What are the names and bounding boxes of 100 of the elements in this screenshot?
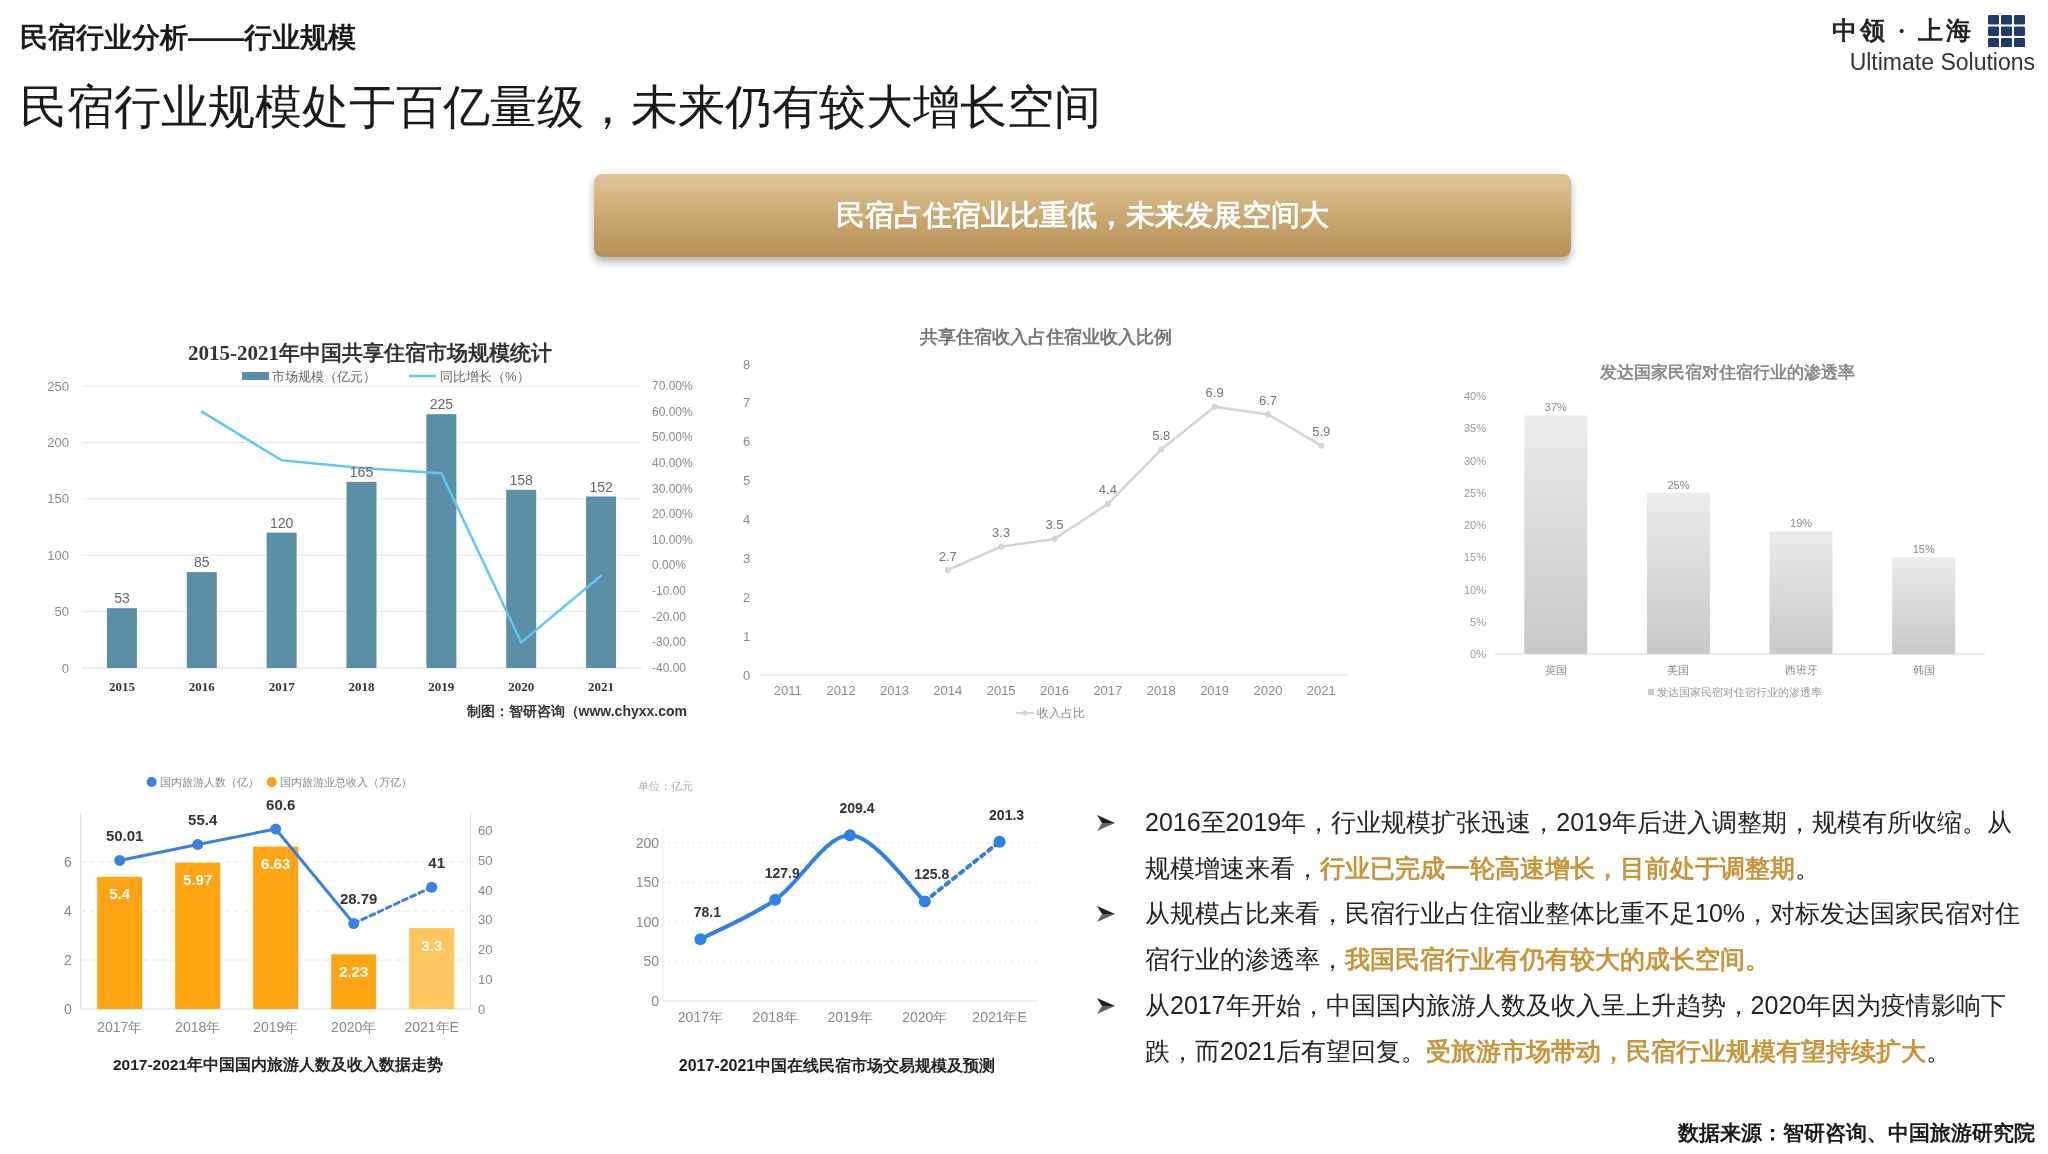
data-point xyxy=(1211,403,1218,410)
axis-tick-label: 40 xyxy=(478,882,493,898)
axis-tick-label: 100 xyxy=(47,547,69,563)
axis-category-label: 2015 xyxy=(108,678,135,694)
axis-tick-label: 250 xyxy=(47,378,69,394)
bar xyxy=(331,954,377,1009)
data-label: 85 xyxy=(194,554,210,571)
axis-category-label: 2016 xyxy=(188,678,215,694)
chart-title: 共享住宿收入占住宿业收入比例 xyxy=(920,327,1172,347)
data-point xyxy=(918,895,931,908)
data-point xyxy=(1318,442,1325,449)
data-label: 5.8 xyxy=(1152,428,1171,443)
bullet-text: 从2017年开始，中国国内旅游人数及收入呈上升趋势，2020年因为疫情影响下跌，而2021后有望回复。受旅游市场带动，民宿行业规模有望持续扩大。 xyxy=(1145,989,2008,1067)
axis-category-label: 2012 xyxy=(826,682,856,698)
axis-category-label: 西班牙 xyxy=(1784,664,1818,676)
data-label: 6.7 xyxy=(1258,393,1277,409)
legend-label: 国内旅游人数（亿） xyxy=(160,776,259,788)
axis-tick-label: 150 xyxy=(47,491,69,507)
axis-tick-label: 200 xyxy=(635,834,659,851)
axis-tick-label: 20 xyxy=(478,942,493,958)
axis-tick-label: 0.00% xyxy=(652,558,687,573)
chart-caption: 制图：智研咨询（www.chyxx.com xyxy=(466,703,687,719)
data-point xyxy=(769,893,782,906)
axis-category-label: 2021 xyxy=(1306,682,1336,698)
axis-category-label: 2021 xyxy=(588,678,615,694)
data-label: 5.4 xyxy=(109,885,131,903)
data-label: 3.5 xyxy=(1045,517,1064,533)
axis-tick-label: 150 xyxy=(635,874,659,891)
data-label: 19% xyxy=(1790,517,1813,530)
data-point xyxy=(1051,535,1058,542)
data-label: 165 xyxy=(349,463,374,480)
axis-category-label: 2017 xyxy=(268,678,295,694)
data-label: 125.8 xyxy=(914,866,950,883)
data-label: 225 xyxy=(429,396,454,413)
axis-tick-label: 70.00% xyxy=(652,379,693,393)
data-point xyxy=(1264,411,1271,418)
data-label: 3.3 xyxy=(992,525,1011,541)
data-label: 60.6 xyxy=(266,795,296,813)
axis-tick-label: 30.00% xyxy=(652,481,693,496)
data-point xyxy=(944,567,951,574)
data-label: 5.9 xyxy=(1312,424,1331,440)
data-point xyxy=(270,823,282,835)
bullet-text: 2016至2019年，行业规模扩张迅速，2019年后进入调整期，规模有所收缩。从规模增速来看，行业已完成一轮高速增长，目前处于调整期。 xyxy=(1145,807,2013,884)
axis-category-label: 2020年 xyxy=(331,1019,377,1035)
legend-label: 收入占比 xyxy=(1037,706,1085,720)
data-label: 53 xyxy=(114,590,130,607)
axis-category-label: 2017年 xyxy=(97,1019,143,1035)
grid-logo-icon xyxy=(1988,15,2025,47)
axis-category-label: 2011 xyxy=(773,682,802,698)
axis-tick-label: 0 xyxy=(61,660,69,676)
axis-unit-label: 单位：亿元 xyxy=(638,780,693,792)
arrowhead-bullet-icon xyxy=(1097,906,1115,923)
axis-category-label: 2018 xyxy=(1146,682,1176,698)
axis-tick-label: 1 xyxy=(742,628,751,644)
axis-category-label: 2019 xyxy=(428,678,455,694)
chart-title: 2017-2021中国在线民宿市场交易规模及预测 xyxy=(678,1056,996,1074)
axis-tick-label: 50 xyxy=(54,604,69,620)
axis-category-label: 2014 xyxy=(933,682,963,698)
data-label: 2.7 xyxy=(938,548,957,564)
axis-tick-label: 40.00% xyxy=(652,455,693,470)
axis-tick-label: 60 xyxy=(478,823,493,839)
axis-tick-label: 2 xyxy=(64,952,72,968)
data-label: 28.79 xyxy=(339,890,378,907)
data-label: 55.4 xyxy=(188,811,218,828)
axis-category-label: 2016 xyxy=(1040,682,1069,698)
data-point xyxy=(998,543,1005,550)
axis-category-label: 2020 xyxy=(1253,682,1283,698)
legend-label: 发达国家民宿对住宿行业的渗透率 xyxy=(1657,686,1822,698)
axis-category-label: 2021年E xyxy=(972,1009,1027,1025)
axis-tick-label: 25% xyxy=(1463,486,1486,499)
axis-tick-label: 30% xyxy=(1463,454,1486,467)
axis-tick-label: 50.00% xyxy=(652,430,693,445)
axis-category-label: 2019年 xyxy=(827,1009,873,1025)
axis-category-label: 2020年 xyxy=(902,1009,948,1025)
data-label: 158 xyxy=(509,471,533,488)
legend-label: 市场规模（亿元） xyxy=(272,368,376,384)
data-label: 15% xyxy=(1912,543,1935,556)
axis-category-label: 2021年E xyxy=(404,1019,459,1035)
axis-tick-label: 0% xyxy=(1470,648,1486,660)
axis-tick-label: 0 xyxy=(64,1001,72,1017)
axis-category-label: 2017 xyxy=(1093,682,1123,698)
axis-tick-label: 40% xyxy=(1463,390,1486,402)
axis-category-label: 英国 xyxy=(1544,664,1567,676)
arrowhead-bullet-icon xyxy=(1097,997,1115,1014)
chart-title: 2015-2021年中国共享住宿市场规模统计 xyxy=(188,341,552,365)
axis-tick-label: 8 xyxy=(742,356,751,372)
legend-label: 国内旅游业总收入（万亿） xyxy=(280,776,412,788)
axis-category-label: 2013 xyxy=(879,682,909,698)
axis-tick-label: 3 xyxy=(742,550,751,566)
axis-category-label: 2019年 xyxy=(253,1019,299,1035)
data-point xyxy=(1158,446,1165,453)
arrowhead-bullet-icon xyxy=(1097,815,1115,831)
logo-english-name: Ultimate Solutions xyxy=(1849,48,2035,76)
axis-category-label: 韩国 xyxy=(1912,664,1935,676)
axis-tick-label: -10.00 xyxy=(652,584,687,599)
axis-category-label: 2020 xyxy=(508,678,535,694)
axis-tick-label: 6 xyxy=(64,854,72,870)
axis-tick-label: -20.00 xyxy=(652,609,687,624)
data-label: 41 xyxy=(428,853,446,871)
data-label: 6.9 xyxy=(1205,385,1224,401)
